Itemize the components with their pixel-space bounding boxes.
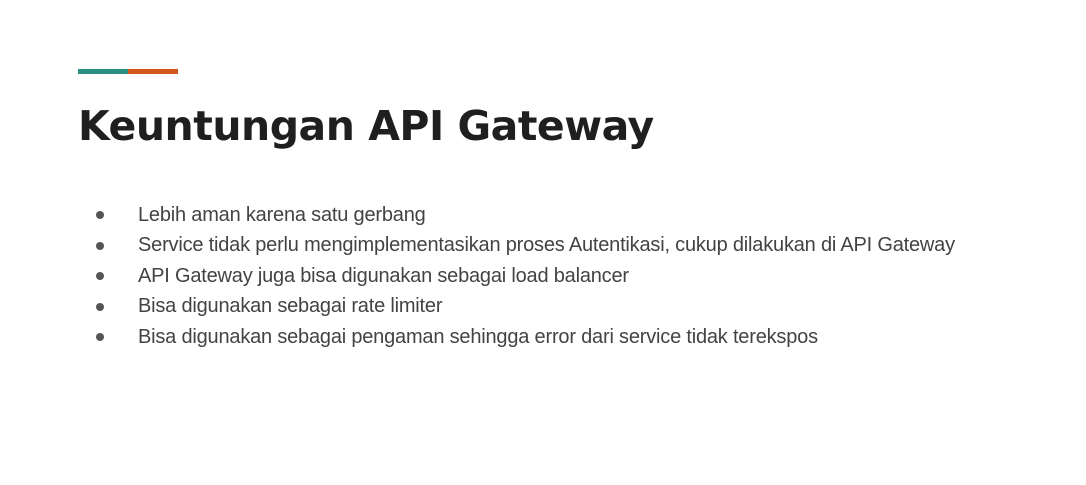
slide: Keuntungan API Gateway Lebih aman karena… bbox=[0, 0, 1086, 485]
bullet-item: Service tidak perlu mengimplementasikan … bbox=[92, 231, 1072, 262]
bullet-text: API Gateway juga bisa digunakan sebagai … bbox=[138, 264, 629, 287]
accent-bar-teal bbox=[78, 69, 128, 74]
slide-title: Keuntungan API Gateway bbox=[78, 102, 654, 150]
bullet-dot-icon bbox=[96, 302, 104, 311]
bullet-dot-icon bbox=[96, 272, 104, 281]
bullet-text: Bisa digunakan sebagai pengaman sehingga… bbox=[138, 325, 818, 348]
bullet-text: Lebih aman karena satu gerbang bbox=[138, 203, 426, 226]
title-accent-bar bbox=[78, 69, 178, 74]
bullet-item: API Gateway juga bisa digunakan sebagai … bbox=[92, 261, 1072, 292]
bullet-item: Bisa digunakan sebagai pengaman sehingga… bbox=[92, 322, 1072, 353]
accent-bar-orange bbox=[128, 69, 178, 74]
bullet-dot-icon bbox=[96, 333, 104, 342]
bullet-dot-icon bbox=[96, 241, 104, 250]
bullet-dot-icon bbox=[96, 211, 104, 220]
bullet-item: Bisa digunakan sebagai rate limiter bbox=[92, 292, 1072, 323]
bullet-text: Service tidak perlu mengimplementasikan … bbox=[138, 234, 955, 257]
bullet-text: Bisa digunakan sebagai rate limiter bbox=[138, 295, 443, 318]
bullet-item: Lebih aman karena satu gerbang bbox=[92, 200, 1072, 231]
bullet-list: Lebih aman karena satu gerbang Service t… bbox=[92, 200, 1072, 353]
